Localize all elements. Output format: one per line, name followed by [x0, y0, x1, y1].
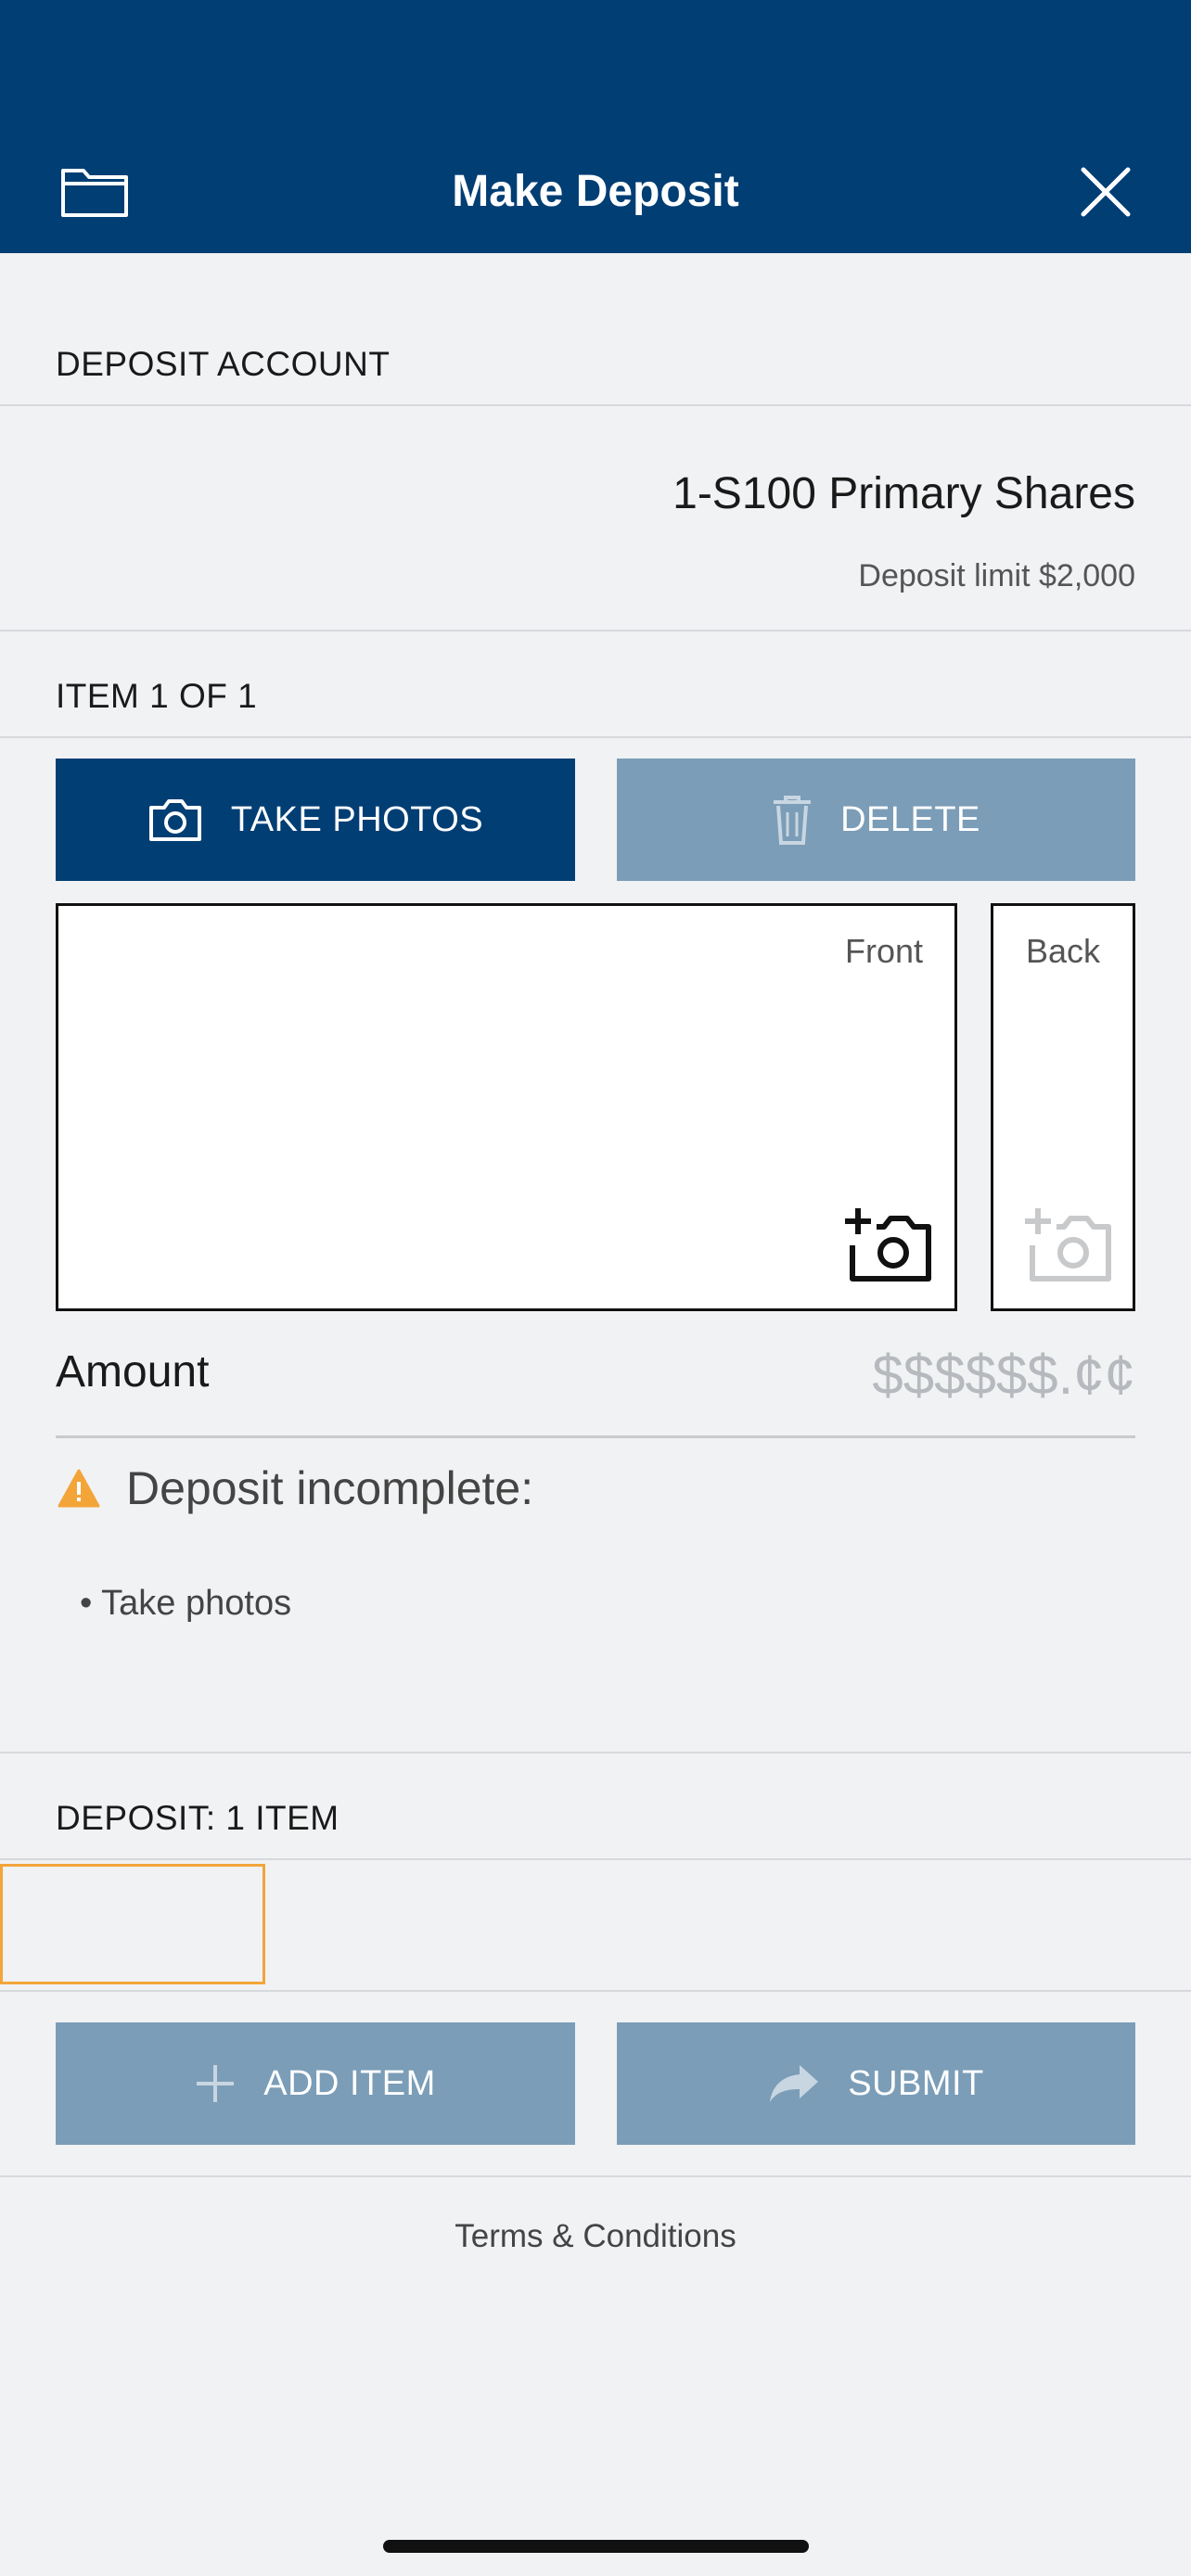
add-photo-icon[interactable]	[843, 1206, 932, 1282]
terms-link[interactable]: Terms & Conditions	[0, 2218, 1191, 2255]
trash-icon	[772, 794, 813, 846]
divider	[0, 1858, 1191, 1860]
deposit-item-thumbnail[interactable]	[0, 1864, 265, 1984]
divider	[0, 630, 1191, 631]
delete-button[interactable]: DELETE	[617, 759, 1135, 881]
page-title: Make Deposit	[452, 167, 739, 216]
todo-item: • Take photos	[80, 1584, 292, 1623]
item-counter-label: ITEM 1 OF 1	[56, 677, 258, 715]
deposit-incomplete-message: Deposit incomplete:	[126, 1462, 534, 1514]
plus-icon	[195, 2063, 236, 2104]
account-selector[interactable]: 1-S100 Primary Shares	[672, 468, 1135, 519]
header: Make Deposit	[0, 0, 1191, 253]
add-item-button[interactable]: ADD ITEM	[56, 2022, 575, 2145]
close-icon[interactable]	[1081, 167, 1131, 217]
amount-underline	[56, 1435, 1135, 1438]
submit-label: SUBMIT	[848, 2063, 984, 2103]
delete-label: DELETE	[840, 799, 980, 839]
back-label: Back	[1025, 932, 1101, 970]
warning-icon	[58, 1469, 100, 1508]
divider	[0, 404, 1191, 406]
camera-icon	[147, 797, 203, 843]
take-photos-button[interactable]: TAKE PHOTOS	[56, 759, 575, 881]
home-indicator[interactable]	[383, 2540, 809, 2553]
deposit-account-label: DEPOSIT ACCOUNT	[56, 345, 391, 383]
divider	[0, 1752, 1191, 1753]
divider	[0, 2175, 1191, 2177]
amount-label: Amount	[56, 1347, 210, 1396]
deposit-limit: Deposit limit $2,000	[858, 558, 1135, 593]
front-photo-box[interactable]: Front	[56, 903, 957, 1311]
front-label: Front	[844, 932, 923, 970]
divider	[0, 1990, 1191, 1992]
amount-input[interactable]	[672, 1343, 1135, 1407]
back-photo-box[interactable]: Back	[991, 903, 1135, 1311]
share-arrow-icon	[768, 2063, 820, 2104]
deposit-summary-label: DEPOSIT: 1 ITEM	[56, 1799, 339, 1837]
divider	[0, 736, 1191, 738]
add-photo-icon[interactable]	[1023, 1206, 1112, 1282]
add-item-label: ADD ITEM	[263, 2063, 436, 2103]
submit-button[interactable]: SUBMIT	[617, 2022, 1135, 2145]
take-photos-label: TAKE PHOTOS	[230, 799, 484, 839]
